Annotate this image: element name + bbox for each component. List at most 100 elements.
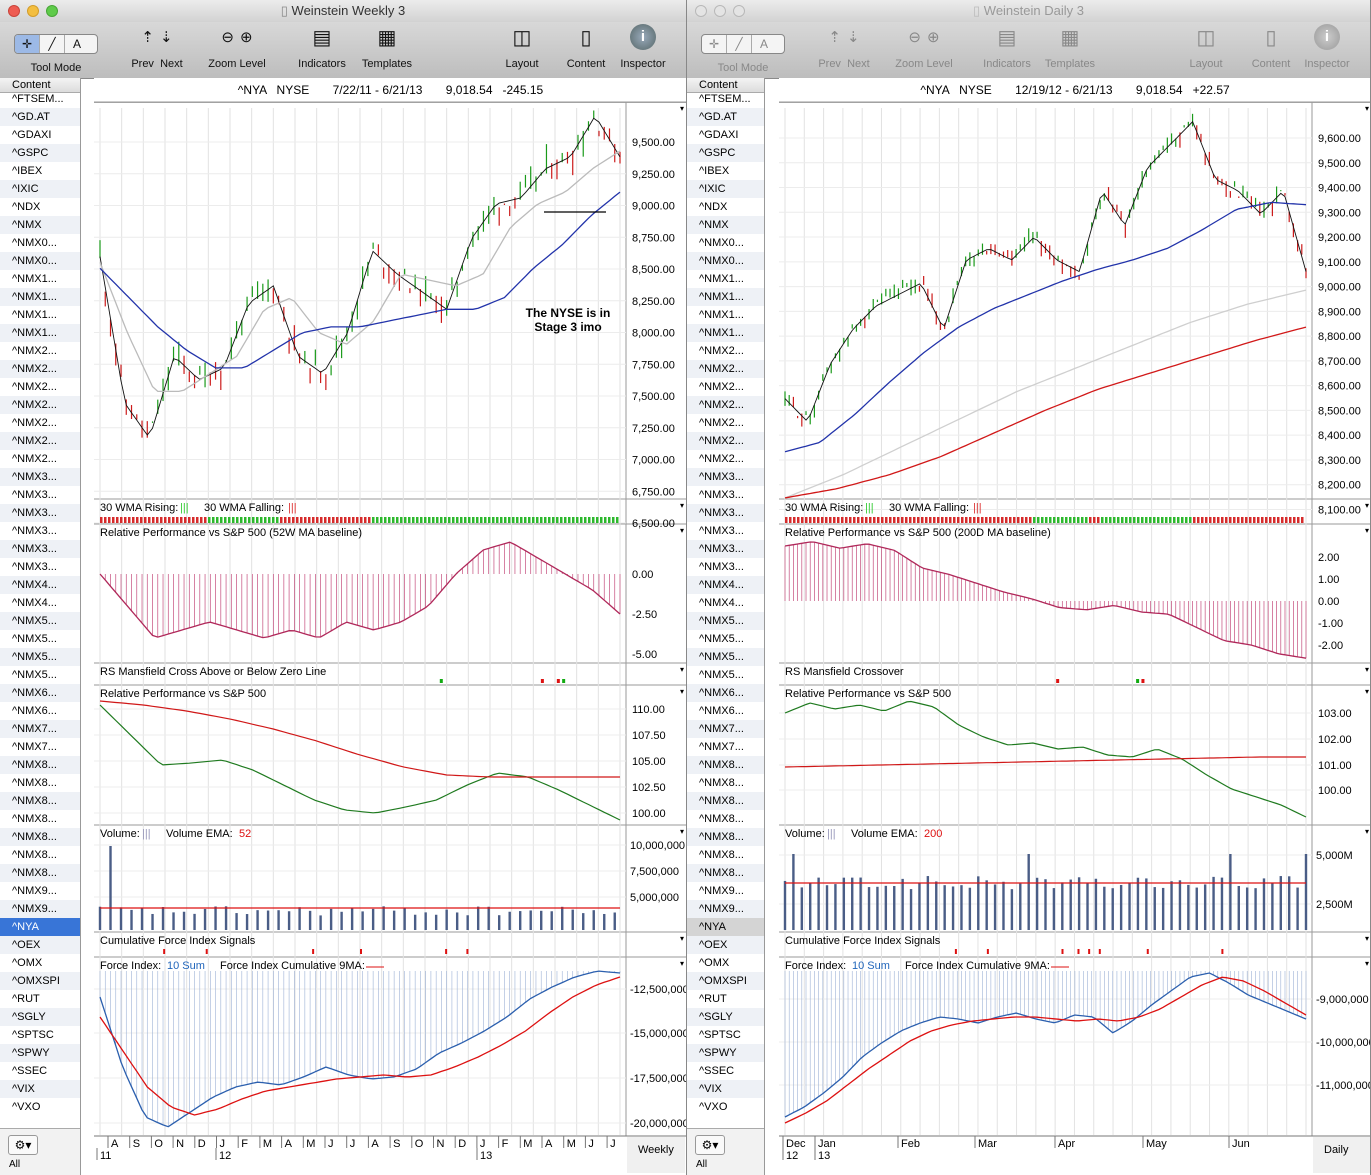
symbol-list-item[interactable]: ^NMX0...: [687, 234, 764, 252]
next-button[interactable]: Next: [160, 58, 183, 70]
symbol-list-item[interactable]: ^OEX: [0, 936, 80, 954]
symbol-list-item[interactable]: ^NMX2...: [0, 342, 80, 360]
symbol-list-item[interactable]: ^NMX4...: [0, 576, 80, 594]
symbol-list-item[interactable]: ^SGLY: [0, 1008, 80, 1026]
symbol-list-item[interactable]: ^NMX3...: [687, 558, 764, 576]
symbol-list-item[interactable]: ^NMX2...: [0, 414, 80, 432]
symbol-list-item[interactable]: ^NMX1...: [687, 270, 764, 288]
symbol-list-item[interactable]: ^NMX2...: [687, 396, 764, 414]
symbol-list-item[interactable]: ^VIX: [0, 1080, 80, 1098]
inspector-button[interactable]: i Inspector: [616, 22, 670, 70]
symbol-list-item[interactable]: ^IBEX: [0, 162, 80, 180]
daily-chart-canvas[interactable]: ▾ ▾ ▾ ▾ ▾ ▾ ▾ ▾ 9,600.00 9,500.00 9,400.00 9,300.00…: [779, 78, 1371, 1175]
symbol-list-item[interactable]: ^NDX: [687, 198, 764, 216]
symbol-list-item[interactable]: ^NMX5...: [0, 630, 80, 648]
symbol-list-item[interactable]: ^NMX2...: [0, 396, 80, 414]
weekly-chart-canvas[interactable]: ▾ ▾ ▾ ▾ ▾ ▾ ▾ ▾ 9,500.00 9,250.00 9,000.00 8,750.00…: [94, 78, 687, 1175]
prev-button[interactable]: Prev: [818, 58, 841, 70]
text-tool-icon[interactable]: A: [65, 35, 89, 53]
symbol-list-item[interactable]: ^NMX8...: [0, 864, 80, 882]
symbol-list-item[interactable]: ^VXO: [687, 1098, 764, 1116]
next-icon[interactable]: ⇣: [160, 28, 173, 46]
prev-icon[interactable]: ⇡: [141, 28, 154, 46]
symbol-list-item[interactable]: ^NMX7...: [687, 738, 764, 756]
symbol-list-item[interactable]: ^OMXSPI: [0, 972, 80, 990]
symbol-list-item[interactable]: ^NMX6...: [0, 702, 80, 720]
symbol-list-item[interactable]: ^NMX8...: [687, 846, 764, 864]
layout-button[interactable]: ◫ Layout: [1182, 22, 1230, 71]
zoom-out-icon[interactable]: ⊖: [908, 28, 921, 46]
symbol-list-item[interactable]: ^NMX9...: [0, 882, 80, 900]
symbol-list-item[interactable]: ^NYA: [687, 918, 764, 936]
close-button[interactable]: [695, 5, 707, 17]
level-button[interactable]: Level: [239, 58, 265, 70]
symbol-list-item[interactable]: ^NMX8...: [0, 810, 80, 828]
symbol-list-item[interactable]: ^FTSEM...: [0, 90, 80, 108]
symbol-list-item[interactable]: ^NMX3...: [687, 468, 764, 486]
gear-icon[interactable]: ⚙▾: [695, 1135, 725, 1155]
symbol-list-item[interactable]: ^GDAXI: [0, 126, 80, 144]
zoom-button[interactable]: [46, 5, 58, 17]
symbol-list-item[interactable]: ^NMX5...: [0, 612, 80, 630]
symbol-list-item[interactable]: ^NMX8...: [0, 774, 80, 792]
symbol-list-item[interactable]: ^NMX8...: [0, 828, 80, 846]
symbol-list-item[interactable]: ^SSEC: [687, 1062, 764, 1080]
line-tool-icon[interactable]: ╱: [40, 35, 65, 53]
symbol-list-item[interactable]: ^NMX: [687, 216, 764, 234]
symbol-list-item[interactable]: ^NMX3...: [0, 522, 80, 540]
symbol-list-item[interactable]: ^NYA: [0, 918, 80, 936]
symbol-list-item[interactable]: ^IBEX: [687, 162, 764, 180]
tool-mode-control[interactable]: ✛ ╱ A Tool Mode: [701, 22, 785, 74]
symbol-list-item[interactable]: ^NMX1...: [687, 306, 764, 324]
symbol-list-item[interactable]: ^GDAXI: [687, 126, 764, 144]
close-button[interactable]: [8, 5, 20, 17]
symbol-list-item[interactable]: ^NMX2...: [687, 414, 764, 432]
symbol-list-item[interactable]: ^NMX2...: [687, 450, 764, 468]
symbol-list-item[interactable]: ^NMX2...: [0, 360, 80, 378]
symbol-list-item[interactable]: ^NMX7...: [0, 738, 80, 756]
symbol-list-item[interactable]: ^NMX2...: [687, 378, 764, 396]
window-titlebar[interactable]: ▯ Weinstein Daily 3: [687, 0, 1370, 22]
symbol-list-item[interactable]: ^NMX5...: [0, 666, 80, 684]
weekly-chart-window[interactable]: ▯ Weinstein Weekly 3 ✛ ╱ A Tool Mode ⇡ ⇣ Pr…: [0, 0, 687, 1175]
symbol-list-item[interactable]: ^NMX9...: [0, 900, 80, 918]
symbol-list-item[interactable]: ^NMX2...: [687, 432, 764, 450]
symbol-list-item[interactable]: ^NMX5...: [687, 630, 764, 648]
symbol-list-item[interactable]: ^SPTSC: [687, 1026, 764, 1044]
gear-icon[interactable]: ⚙▾: [8, 1135, 38, 1155]
zoom-button[interactable]: Zoom: [208, 58, 236, 70]
symbol-list-item[interactable]: ^RUT: [687, 990, 764, 1008]
templates-button[interactable]: ▦ Templates: [1039, 22, 1101, 71]
symbol-list-item[interactable]: ^OMX: [687, 954, 764, 972]
symbol-list-item[interactable]: ^NMX8...: [687, 864, 764, 882]
symbol-list-item[interactable]: ^NMX8...: [687, 756, 764, 774]
symbol-list-item[interactable]: ^NMX0...: [0, 252, 80, 270]
zoom-button[interactable]: [733, 5, 745, 17]
symbol-list-item[interactable]: ^NMX0...: [0, 234, 80, 252]
zoom-in-icon[interactable]: ⊕: [240, 28, 253, 46]
symbol-list-item[interactable]: ^NMX2...: [687, 360, 764, 378]
daily-chart-window[interactable]: ▯ Weinstein Daily 3 ✛ ╱ A Tool Mode ⇡ ⇣ Pre…: [687, 0, 1371, 1175]
symbol-list-item[interactable]: ^NMX6...: [687, 684, 764, 702]
symbol-list-item[interactable]: ^NMX3...: [687, 504, 764, 522]
symbol-list-item[interactable]: ^NMX9...: [687, 900, 764, 918]
prev-button[interactable]: Prev: [131, 58, 154, 70]
symbol-list-item[interactable]: ^NMX5...: [687, 612, 764, 630]
window-titlebar[interactable]: ▯ Weinstein Weekly 3: [0, 0, 686, 22]
prev-icon[interactable]: ⇡: [828, 28, 841, 46]
symbol-list-item[interactable]: ^NMX8...: [687, 774, 764, 792]
symbol-list[interactable]: ^FTSEM... ^GD.AT ^GDAXI ^GSPC ^IBEX ^IXIC ^NDX…: [687, 90, 764, 1129]
symbol-list-item[interactable]: ^NMX3...: [687, 522, 764, 540]
symbol-list-item[interactable]: ^GSPC: [687, 144, 764, 162]
symbol-list-item[interactable]: ^OEX: [687, 936, 764, 954]
symbol-list-item[interactable]: ^NMX3...: [0, 504, 80, 522]
symbol-list-item[interactable]: ^NMX8...: [687, 792, 764, 810]
symbol-list-item[interactable]: ^GD.AT: [0, 108, 80, 126]
symbol-list-item[interactable]: ^NMX8...: [0, 792, 80, 810]
next-icon[interactable]: ⇣: [847, 28, 860, 46]
symbol-list-item[interactable]: ^NMX3...: [0, 558, 80, 576]
symbol-list-item[interactable]: ^FTSEM...: [687, 90, 764, 108]
symbol-list-item[interactable]: ^IXIC: [687, 180, 764, 198]
line-tool-icon[interactable]: ╱: [727, 35, 752, 53]
symbol-list-item[interactable]: ^NMX7...: [0, 720, 80, 738]
